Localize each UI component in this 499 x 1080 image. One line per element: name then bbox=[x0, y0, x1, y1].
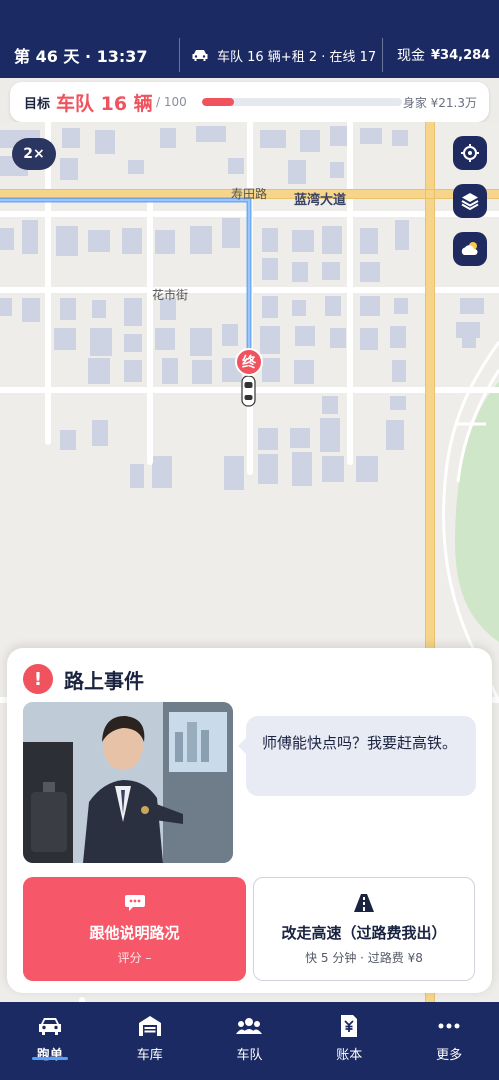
layers-button[interactable] bbox=[453, 184, 487, 218]
locate-icon bbox=[461, 144, 479, 162]
chat-icon bbox=[124, 892, 146, 914]
goal-label: 目标 bbox=[24, 96, 51, 112]
street-label: 花市街 bbox=[152, 288, 189, 302]
cash-value: ¥34,284 bbox=[431, 47, 491, 63]
net-worth: 身家 ¥21.3万 bbox=[402, 95, 477, 110]
passenger-image bbox=[23, 702, 233, 863]
road-icon bbox=[353, 892, 375, 914]
zoom-level-button[interactable]: 2× bbox=[12, 138, 56, 170]
goal-bar[interactable]: 目标 车队 16 辆 / 100 身家 ¥21.3万 bbox=[10, 82, 489, 122]
nav-item-trips[interactable]: 跑单 bbox=[0, 1002, 100, 1080]
more-icon bbox=[438, 1014, 460, 1038]
bottom-nav: 跑单 车库 车队 账本 更多 bbox=[0, 1002, 499, 1080]
day-time: 第 46 天 · 13:37 bbox=[14, 47, 148, 66]
option-detail: 快 5 分钟 · 过路费 ¥8 bbox=[305, 951, 423, 965]
divider bbox=[179, 38, 180, 72]
car-icon bbox=[37, 1014, 63, 1038]
passenger-message: 师傅能快点吗？我要赶高铁。 bbox=[238, 716, 476, 796]
ledger-icon bbox=[339, 1014, 359, 1038]
nav-item-garage[interactable]: 车库 bbox=[100, 1002, 200, 1080]
destination-marker[interactable]: 终 bbox=[235, 348, 263, 376]
nav-label: 车队 bbox=[236, 1048, 263, 1063]
weather-icon bbox=[461, 242, 478, 255]
alert-icon: ! bbox=[23, 664, 53, 694]
nav-item-fleet[interactable]: 车队 bbox=[200, 1002, 300, 1080]
weather-button[interactable] bbox=[453, 232, 487, 266]
locate-button[interactable] bbox=[453, 136, 487, 170]
cash-label: 现金 bbox=[397, 48, 425, 64]
nav-label: 更多 bbox=[436, 1048, 463, 1063]
nav-item-more[interactable]: 更多 bbox=[399, 1002, 499, 1080]
goal-progress-bar bbox=[202, 98, 402, 106]
nav-item-ledger[interactable]: 账本 bbox=[299, 1002, 399, 1080]
nav-label: 账本 bbox=[336, 1048, 363, 1063]
road-event-card: ! 路上事件 师傅能快点吗？我要赶高铁。 跟他说明路况 评分 – 改走高速（过路… bbox=[7, 648, 492, 993]
divider bbox=[382, 38, 383, 72]
street-label: 蓝湾大道 bbox=[294, 193, 347, 208]
goal-current: 车队 16 辆 bbox=[56, 92, 153, 115]
car-icon bbox=[192, 50, 208, 61]
option-label: 跟他说明路况 bbox=[89, 924, 180, 942]
cash-display: 现金 ¥34,284 bbox=[397, 38, 490, 72]
option-label: 改走高速（过路费我出） bbox=[281, 924, 447, 942]
status-header: 第 46 天 · 13:37 车队 16 辆+租 2 · 在线 17 现金 ¥3… bbox=[0, 0, 499, 78]
option-detail: 评分 – bbox=[117, 951, 152, 965]
event-title: 路上事件 bbox=[64, 668, 144, 693]
fleet-status-text: 车队 16 辆+租 2 · 在线 17 bbox=[217, 49, 377, 65]
goal-total: / 100 bbox=[156, 95, 187, 109]
team-icon bbox=[236, 1014, 263, 1038]
nav-label: 跑单 bbox=[36, 1048, 63, 1063]
garage-icon bbox=[138, 1014, 162, 1038]
goal-progress-fill bbox=[202, 98, 234, 106]
take-highway-button[interactable]: 改走高速（过路费我出） 快 5 分钟 · 过路费 ¥8 bbox=[253, 877, 475, 981]
explain-traffic-button[interactable]: 跟他说明路况 评分 – bbox=[23, 877, 246, 981]
layers-icon bbox=[461, 193, 479, 211]
fleet-status[interactable]: 车队 16 辆+租 2 · 在线 17 bbox=[191, 38, 376, 72]
nav-label: 车库 bbox=[136, 1048, 163, 1063]
street-label: 寿田路 bbox=[231, 187, 268, 201]
